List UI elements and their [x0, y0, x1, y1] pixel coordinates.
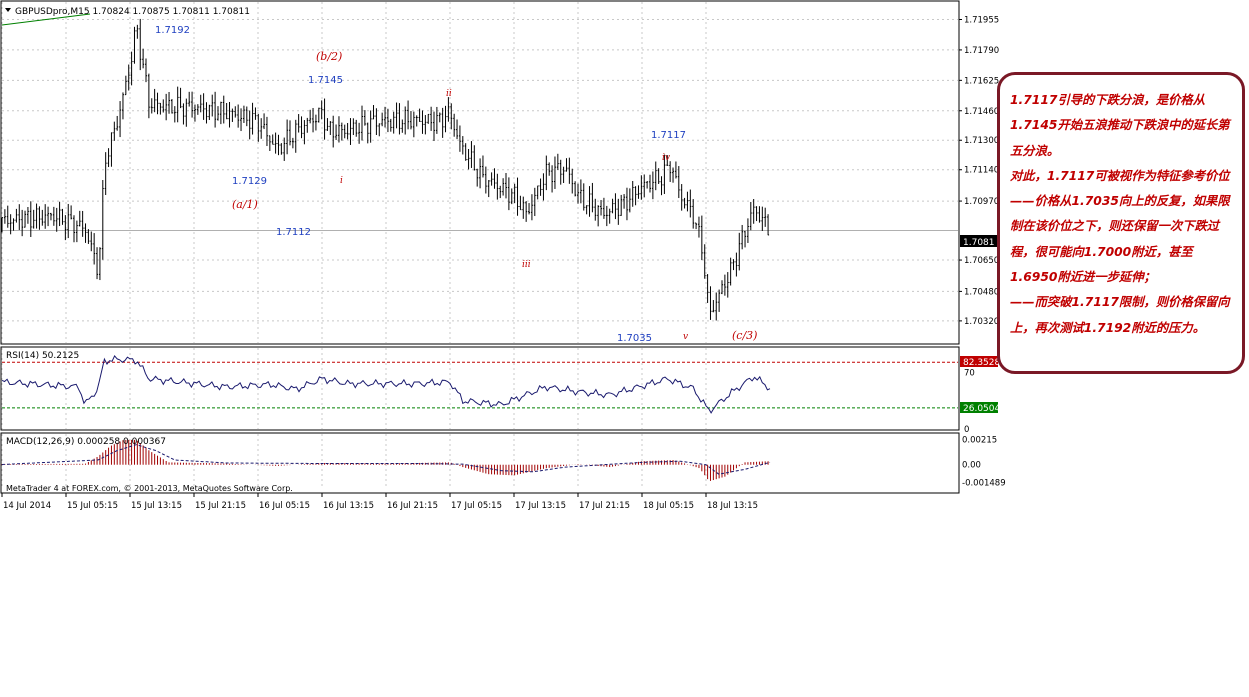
rsi-panel[interactable] — [0, 346, 960, 431]
note-line: 五分浪。 — [1010, 143, 1060, 158]
wave-label-iv: iv — [662, 153, 670, 163]
macd-tick-label: 0.00215 — [962, 435, 997, 445]
macd-tick-label: 0.00 — [962, 461, 981, 471]
price-label-a1-upper: 1.7129 — [232, 176, 267, 187]
wave-label-c3: (c/3) — [732, 329, 757, 342]
note-line: 1.6950附近进一步延伸； — [1010, 270, 1156, 285]
x-tick-label: 18 Jul 05:15 — [643, 501, 694, 511]
note-line: 1.7117引导的下跌分浪，是价格从 — [1010, 93, 1206, 107]
price-label-low: 1.7035 — [617, 333, 652, 344]
wave-label-v: v — [683, 332, 688, 342]
y-tick-label: 1.70480 — [964, 287, 999, 297]
note-line: 1.7145开始五浪推动下跌浪中的延长第 — [1010, 118, 1230, 133]
wave-label-a1: (a/1) — [232, 198, 258, 211]
x-tick-label: 18 Jul 13:15 — [707, 501, 758, 511]
price-label-high: 1.7192 — [155, 25, 190, 36]
note-line: 程，很可能向1.7000附近，甚至 — [1010, 244, 1193, 259]
wave-label-i: i — [340, 176, 343, 186]
y-tick-label: 1.71625 — [964, 76, 999, 86]
current-price-label: 1.7081 — [963, 238, 995, 248]
wave-label-ii: ii — [446, 89, 452, 99]
y-tick-label: 1.71955 — [964, 16, 999, 26]
macd-title: MACD(12,26,9) 0.000258 0.000367 — [6, 437, 166, 447]
note-line: 对此，1.7117可被视作为特征参考价位 — [1010, 168, 1230, 183]
note-line: ——价格从1.7035向上的反复，如果限 — [1010, 194, 1230, 209]
x-tick-label: 16 Jul 05:15 — [259, 501, 310, 511]
wave-label-b2: (b/2) — [316, 50, 342, 63]
rsi-tick-label: 0 — [964, 425, 969, 435]
note-line: 制在该价位之下，则还保留一次下跌过 — [1010, 219, 1220, 234]
macd-tick-label: -0.001489 — [962, 478, 1006, 488]
note-line: 上，再次测试1.7192附近的压力。 — [1010, 320, 1206, 335]
price-label-iv: 1.7117 — [651, 130, 686, 141]
x-tick-label: 15 Jul 05:15 — [67, 501, 118, 511]
note-line: ——而突破1.7117限制，则价格保留向 — [1010, 295, 1230, 310]
x-tick-label: 16 Jul 21:15 — [387, 501, 438, 511]
y-tick-label: 1.71140 — [964, 166, 999, 176]
chart-title: GBPUSDpro,M15 1.70824 1.70875 1.70811 1.… — [15, 7, 250, 17]
rsi-title: RSI(14) 50.2125 — [6, 351, 79, 361]
x-tick-label: 17 Jul 21:15 — [579, 501, 630, 511]
x-tick-label: 16 Jul 13:15 — [323, 501, 374, 511]
x-tick-label: 17 Jul 05:15 — [451, 501, 502, 511]
price-label-a1-lower: 1.7112 — [276, 227, 311, 238]
y-tick-label: 1.71460 — [964, 107, 999, 117]
x-tick-label: 14 Jul 2014 — [3, 501, 51, 511]
wave-label-iii: iii — [522, 260, 531, 270]
rsi-upper-level-label: 82.3528 — [963, 358, 1000, 368]
x-tick-label: 15 Jul 21:15 — [195, 501, 246, 511]
y-tick-label: 1.70970 — [964, 197, 999, 207]
footer-copyright: MetaTrader 4 at FOREX.com, © 2001-2013, … — [6, 484, 293, 493]
price-label-b2: 1.7145 — [308, 75, 343, 86]
x-tick-label: 15 Jul 13:15 — [131, 501, 182, 511]
y-tick-label: 1.70320 — [964, 317, 999, 327]
x-tick-label: 17 Jul 13:15 — [515, 501, 566, 511]
y-tick-label: 1.71300 — [964, 136, 999, 146]
y-tick-label: 1.71790 — [964, 46, 999, 56]
rsi-lower-level-label: 26.0504 — [963, 404, 1000, 414]
y-tick-label: 1.70650 — [964, 256, 999, 266]
rsi-tick-label: 70 — [964, 368, 975, 378]
analysis-note: 1.7117引导的下跌分浪，是价格从 1.7145开始五浪推动下跌浪中的延长第 … — [997, 72, 1245, 374]
